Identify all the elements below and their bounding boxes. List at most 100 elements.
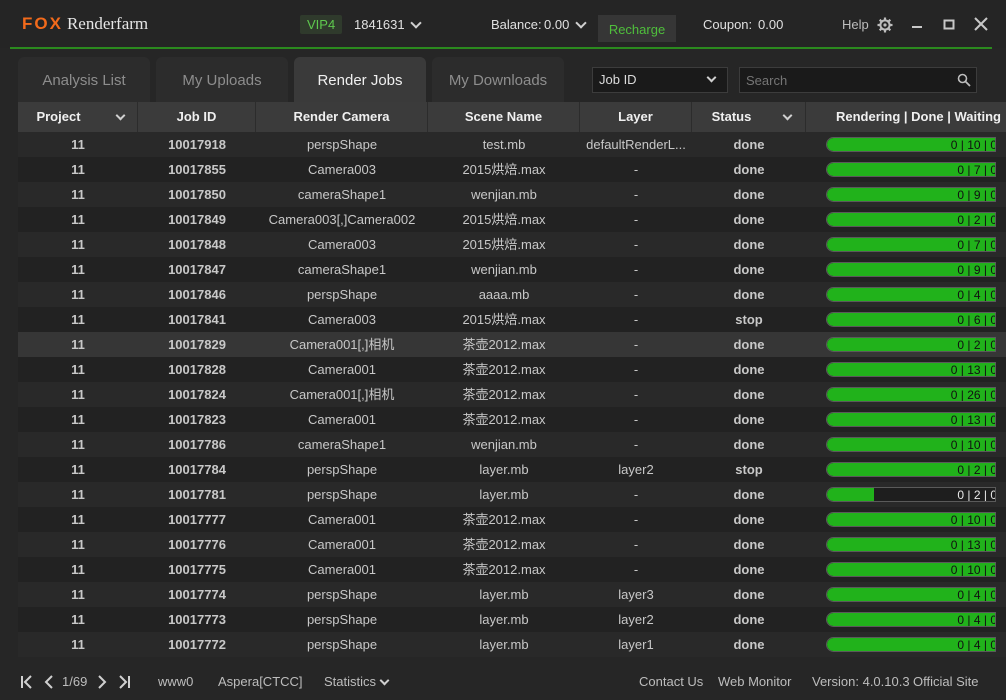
tab-my-downloads[interactable]: My Downloads bbox=[432, 57, 564, 102]
project-cell: 11 bbox=[71, 587, 85, 602]
table-row[interactable]: 11 10017824 Camera001[,]相机 茶壶2012.max - done 0… bbox=[18, 382, 1006, 407]
job-id-cell: 10017841 bbox=[168, 312, 226, 327]
contact-us-link[interactable]: Contact Us bbox=[639, 674, 703, 689]
job-id-cell: 10017850 bbox=[168, 187, 226, 202]
status-cell: done bbox=[733, 487, 765, 502]
table-row[interactable]: 11 10017777 Camera001 茶壶2012.max - done 0 | 10… bbox=[18, 507, 1006, 532]
progress-text: 0 | 2 | 0 bbox=[957, 213, 996, 227]
table-row[interactable]: 11 10017786 cameraShape1 wenjian.mb - done 0 |… bbox=[18, 432, 1006, 457]
table-row[interactable]: 11 10017841 Camera003 2015烘焙.max - stop 0 | 6 … bbox=[18, 307, 1006, 332]
status-cell: done bbox=[733, 337, 765, 352]
column-project[interactable]: Project bbox=[18, 102, 138, 132]
table-row[interactable]: 11 10017846 perspShape aaaa.mb - done 0 | 4 | … bbox=[18, 282, 1006, 307]
project-cell: 11 bbox=[71, 412, 85, 427]
table-row[interactable]: 11 10017850 cameraShape1 wenjian.mb - done 0 |… bbox=[18, 182, 1006, 207]
table-row[interactable]: 11 10017776 Camera001 茶壶2012.max - done 0 | 13… bbox=[18, 532, 1006, 557]
settings-gear-icon[interactable] bbox=[877, 17, 893, 33]
table-row[interactable]: 11 10017847 cameraShape1 wenjian.mb - done 0 |… bbox=[18, 257, 1006, 282]
layer-cell: - bbox=[633, 187, 639, 202]
maximize-icon[interactable] bbox=[939, 14, 959, 34]
table-row[interactable]: 11 10017784 perspShape layer.mb layer2 stop 0 … bbox=[18, 457, 1006, 482]
version-label: Version: 4.0.10.3 bbox=[812, 674, 910, 689]
scene-cell: test.mb bbox=[482, 137, 526, 152]
page-indicator: 1/69 bbox=[62, 674, 88, 689]
camera-cell: Camera001 bbox=[308, 537, 376, 552]
camera-cell: perspShape bbox=[306, 612, 378, 627]
chevron-down-icon[interactable] bbox=[575, 17, 587, 29]
layer-cell: - bbox=[633, 437, 639, 452]
table-row[interactable]: 11 10017823 Camera001 茶壶2012.max - done 0 | 13… bbox=[18, 407, 1006, 432]
column-job-id[interactable]: Job ID bbox=[138, 102, 256, 132]
layer-cell: - bbox=[633, 412, 639, 427]
camera-cell: perspShape bbox=[306, 462, 378, 477]
project-cell: 11 bbox=[71, 362, 85, 377]
transfer-mode-selector[interactable]: Aspera[CTCC] bbox=[218, 674, 303, 689]
table-row[interactable]: 11 10017848 Camera003 2015烘焙.max - done 0 | 7 … bbox=[18, 232, 1006, 257]
job-id-cell: 10017784 bbox=[168, 462, 226, 477]
job-id-cell: 10017828 bbox=[168, 362, 226, 377]
scene-cell: layer.mb bbox=[479, 587, 529, 602]
scene-cell: 茶壶2012.max bbox=[462, 362, 546, 377]
table-row[interactable]: 11 10017775 Camera001 茶壶2012.max - done 0 | 10… bbox=[18, 557, 1006, 582]
column-render-camera[interactable]: Render Camera bbox=[256, 102, 428, 132]
layer-cell: defaultRenderL... bbox=[586, 137, 686, 152]
job-id-cell: 10017781 bbox=[168, 487, 226, 502]
layer-cell: - bbox=[633, 237, 639, 252]
table-row[interactable]: 11 10017918 perspShape test.mb defaultRender… bbox=[18, 132, 1006, 157]
column-layer[interactable]: Layer bbox=[580, 102, 692, 132]
recharge-button[interactable]: Recharge bbox=[598, 15, 676, 42]
table-row[interactable]: 11 10017829 Camera001[,]相机 茶壶2012.max - done 0… bbox=[18, 332, 1006, 357]
progress-bar: 0 | 6 | 0 bbox=[826, 312, 996, 327]
official-site-link[interactable]: Official Site bbox=[913, 674, 979, 689]
camera-cell: Camera003[,]Camera002 bbox=[268, 212, 416, 227]
table-row[interactable]: 11 10017781 perspShape layer.mb - done 0 | 2 |… bbox=[18, 482, 1006, 507]
table-row[interactable]: 11 10017772 perspShape layer.mb layer1 done 0 … bbox=[18, 632, 1006, 657]
title-bar: FOX Renderfarm VIP4 1841631 Balance: 0.0… bbox=[0, 0, 1006, 48]
table-row[interactable]: 11 10017849 Camera003[,]Camera002 2015烘焙.ma… bbox=[18, 207, 1006, 232]
table-row[interactable]: 11 10017773 perspShape layer.mb layer2 done 0 … bbox=[18, 607, 1006, 632]
progress-bar: 0 | 13 | 0 bbox=[826, 362, 996, 377]
chevron-down-icon[interactable] bbox=[115, 110, 126, 121]
logo: FOX Renderfarm bbox=[22, 14, 148, 36]
layer-cell: layer1 bbox=[618, 637, 654, 652]
progress-bar: 0 | 10 | 0 bbox=[826, 562, 996, 577]
camera-cell: Camera001[,]相机 bbox=[289, 387, 395, 402]
tab-analysis-list[interactable]: Analysis List bbox=[18, 57, 150, 102]
close-icon[interactable] bbox=[971, 14, 991, 34]
server-selector[interactable]: www0 bbox=[158, 674, 193, 689]
prev-page-icon[interactable] bbox=[42, 674, 56, 690]
tab-my-uploads[interactable]: My Uploads bbox=[156, 57, 288, 102]
scene-cell: 茶壶2012.max bbox=[462, 387, 546, 402]
status-cell: done bbox=[733, 237, 765, 252]
web-monitor-link[interactable]: Web Monitor bbox=[718, 674, 791, 689]
column-progress[interactable]: Rendering | Done | Waiting bbox=[806, 102, 1006, 132]
last-page-icon[interactable] bbox=[117, 674, 131, 690]
filter-field-select[interactable]: Job ID bbox=[592, 67, 728, 93]
next-page-icon[interactable] bbox=[95, 674, 109, 690]
help-link[interactable]: Help bbox=[842, 17, 869, 32]
search-icon[interactable] bbox=[957, 73, 971, 87]
job-id-cell: 10017773 bbox=[168, 612, 226, 627]
scene-cell: wenjian.mb bbox=[471, 262, 537, 277]
progress-bar: 0 | 10 | 0 bbox=[826, 437, 996, 452]
search-input[interactable] bbox=[739, 67, 977, 93]
column-scene-name[interactable]: Scene Name bbox=[428, 102, 580, 132]
status-cell: stop bbox=[735, 462, 763, 477]
project-cell: 11 bbox=[71, 387, 85, 402]
scene-cell: 2015烘焙.max bbox=[462, 162, 546, 177]
statistics-menu[interactable]: Statistics bbox=[324, 674, 376, 689]
chevron-down-icon[interactable] bbox=[410, 17, 422, 29]
chevron-down-icon[interactable] bbox=[782, 110, 793, 121]
first-page-icon[interactable] bbox=[20, 674, 34, 690]
table-row[interactable]: 11 10017774 perspShape layer.mb layer3 done 0 … bbox=[18, 582, 1006, 607]
user-id[interactable]: 1841631 bbox=[354, 17, 405, 32]
project-cell: 11 bbox=[71, 137, 85, 152]
column-status[interactable]: Status bbox=[692, 102, 806, 132]
minimize-icon[interactable] bbox=[907, 14, 927, 34]
progress-text: 0 | 2 | 0 bbox=[957, 488, 996, 502]
progress-text: 0 | 4 | 0 bbox=[957, 588, 996, 602]
table-row[interactable]: 11 10017855 Camera003 2015烘焙.max - done 0 | 7 … bbox=[18, 157, 1006, 182]
tab-render-jobs[interactable]: Render Jobs bbox=[294, 57, 426, 102]
progress-bar: 0 | 4 | 0 bbox=[826, 287, 996, 302]
table-row[interactable]: 11 10017828 Camera001 茶壶2012.max - done 0 | 13… bbox=[18, 357, 1006, 382]
